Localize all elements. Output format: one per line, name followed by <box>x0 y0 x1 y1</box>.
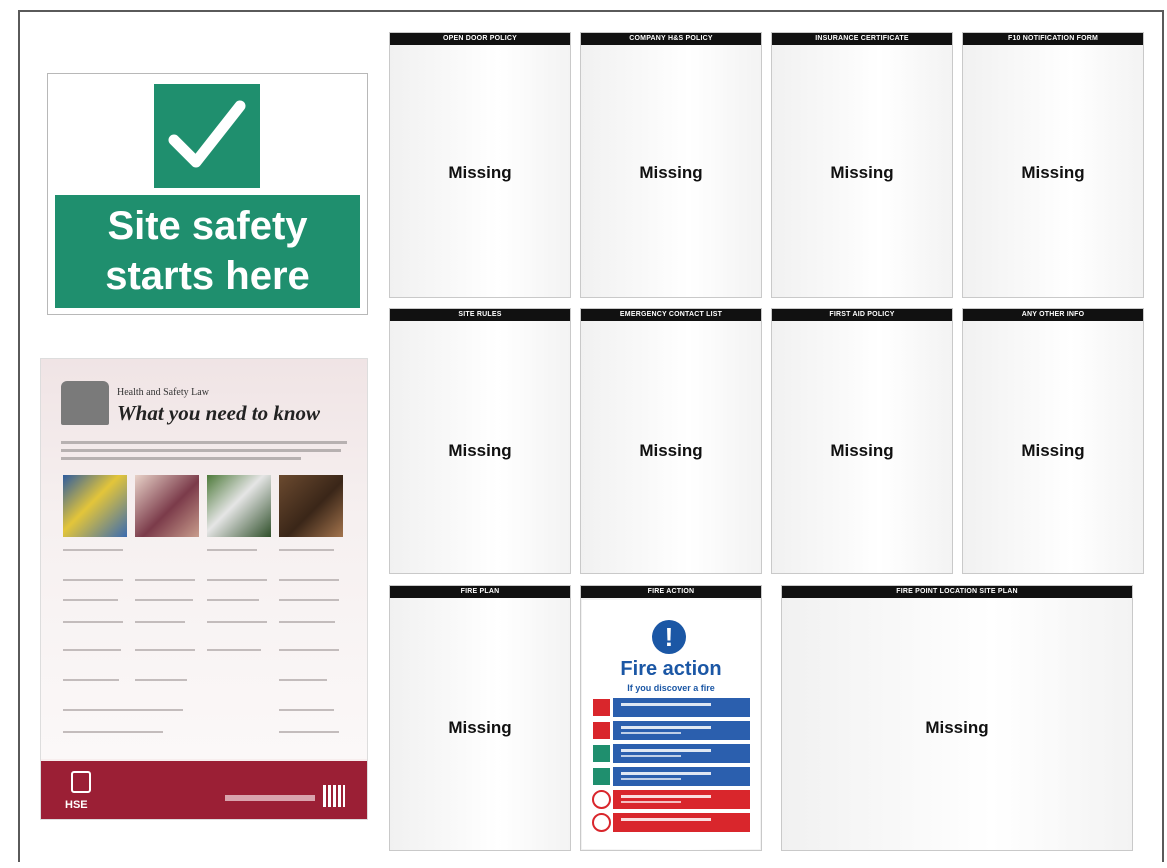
panel-fire-plan: FIRE PLAN Missing <box>389 585 571 851</box>
missing-label: Missing <box>925 718 989 737</box>
panel-header: OPEN DOOR POLICY <box>390 33 570 45</box>
fire-action-row <box>592 767 750 786</box>
panel-emergency-contact-list: EMERGENCY CONTACT LIST Missing <box>580 308 762 574</box>
fire-action-sign: ! Fire action If you discover a fire <box>582 600 760 849</box>
panel-f10-notification-form: F10 NOTIFICATION FORM Missing <box>962 32 1144 298</box>
panel-header: F10 NOTIFICATION FORM <box>963 33 1143 45</box>
royal-crest-icon <box>61 381 109 425</box>
no-lift-icon <box>592 790 611 809</box>
qr-code-icon <box>323 785 345 807</box>
missing-label: Missing <box>448 441 512 460</box>
poster-title: What you need to know <box>117 401 321 425</box>
panel-header: COMPANY H&S POLICY <box>581 33 761 45</box>
panel-header: EMERGENCY CONTACT LIST <box>581 309 761 321</box>
panel-fire-action: FIRE ACTION ! Fire action If you discove… <box>580 585 762 851</box>
exit-door-icon <box>592 744 611 763</box>
sign-line-2: starts here <box>105 254 310 298</box>
missing-label: Missing <box>448 718 512 737</box>
panel-header: SITE RULES <box>390 309 570 321</box>
no-return-icon <box>592 813 611 832</box>
fire-action-row <box>592 790 750 809</box>
photo-workers <box>63 475 127 537</box>
fire-action-title: Fire action <box>620 658 722 680</box>
fire-action-subtitle: If you discover a fire <box>627 683 715 693</box>
photo-people <box>135 475 199 537</box>
hse-brand: HSE <box>65 799 88 811</box>
panel-company-hs-policy: COMPANY H&S POLICY Missing <box>580 32 762 298</box>
panel-header: FIRE PLAN <box>390 586 570 598</box>
missing-label: Missing <box>1021 441 1085 460</box>
fire-action-row <box>592 721 750 740</box>
hse-logo-icon <box>71 771 91 793</box>
photo-worker-machine <box>279 475 343 537</box>
exclamation-icon: ! <box>652 620 686 654</box>
missing-label: Missing <box>830 163 894 182</box>
panel-fire-point-location-site-plan: FIRE POINT LOCATION SITE PLAN Missing <box>781 585 1133 851</box>
missing-label: Missing <box>830 441 894 460</box>
sign-line-1: Site safety <box>107 204 308 248</box>
panel-site-rules: SITE RULES Missing <box>389 308 571 574</box>
poster-footer: HSE <box>41 761 367 819</box>
fire-action-row <box>592 744 750 763</box>
poster-subtitle: Health and Safety Law <box>117 387 209 398</box>
fire-action-row <box>592 698 750 717</box>
missing-label: Missing <box>448 163 512 182</box>
panel-header: FIRE POINT LOCATION SITE PLAN <box>782 586 1132 598</box>
photo-worker-outdoor <box>207 475 271 537</box>
panel-header: FIRE ACTION <box>581 586 761 598</box>
panel-first-aid-policy: FIRST AID POLICY Missing <box>771 308 953 574</box>
phone-icon <box>592 721 611 740</box>
missing-label: Missing <box>639 441 703 460</box>
panel-header: ANY OTHER INFO <box>963 309 1143 321</box>
panel-insurance-certificate: INSURANCE CERTIFICATE Missing <box>771 32 953 298</box>
panel-header: INSURANCE CERTIFICATE <box>772 33 952 45</box>
missing-label: Missing <box>639 163 703 182</box>
checkmark-icon <box>154 84 260 188</box>
assembly-point-icon <box>592 767 611 786</box>
panel-header: FIRST AID POLICY <box>772 309 952 321</box>
missing-label: Missing <box>1021 163 1085 182</box>
panel-any-other-info: ANY OTHER INFO Missing <box>962 308 1144 574</box>
sign-text: Site safety starts here <box>55 195 360 308</box>
fire-alarm-icon <box>592 698 611 717</box>
fire-action-row <box>592 813 750 832</box>
panel-open-door-policy: OPEN DOOR POLICY Missing <box>389 32 571 298</box>
site-safety-sign: Site safety starts here <box>47 73 368 315</box>
hse-law-poster: Health and Safety Law What you need to k… <box>40 358 368 820</box>
